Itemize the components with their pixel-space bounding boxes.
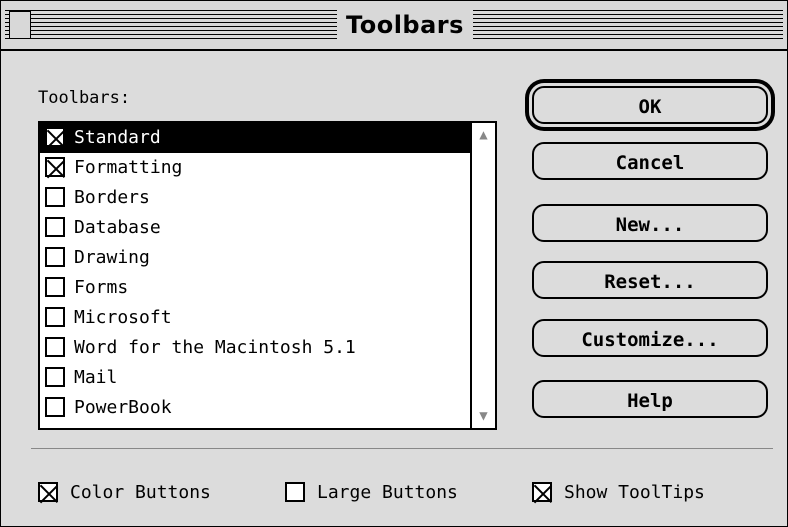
toolbar-list-item[interactable]: Drawing [40,243,470,273]
toolbar-item-label: Formatting [74,157,183,178]
toolbars-list-label: Toolbars: [38,88,131,108]
toolbar-checkbox[interactable] [45,157,65,177]
toolbar-checkbox[interactable] [45,307,65,327]
show-tooltips-label: Show ToolTips [564,482,705,503]
large-buttons-option[interactable]: Large Buttons [285,481,458,505]
list-scrollbar[interactable]: ▲ ▼ [470,123,495,428]
reset-button[interactable]: Reset... [532,261,768,299]
customize-button[interactable]: Customize... [532,319,768,357]
toolbar-item-label: PowerBook [74,397,172,418]
divider [31,448,773,449]
toolbar-item-label: Standard [74,127,161,148]
toolbar-list-item[interactable]: Formatting [40,153,470,183]
toolbars-dialog: Toolbars Toolbars: Standard Formatting Bor… [0,0,788,527]
toolbar-list-item[interactable]: Forms [40,273,470,303]
toolbar-item-label: Mail [74,367,118,388]
color-buttons-label: Color Buttons [70,482,211,503]
title-bar-stripes-right [473,10,783,40]
scroll-down-arrow-icon[interactable]: ▼ [472,404,495,428]
color-buttons-checkbox[interactable] [38,482,58,502]
toolbar-checkbox[interactable] [45,367,65,387]
toolbar-list-item[interactable]: Database [40,213,470,243]
toolbar-list-item[interactable]: Word for the Macintosh 5.1 [40,333,470,363]
toolbar-list-item[interactable]: Standard [40,123,470,153]
help-button[interactable]: Help [532,380,768,418]
toolbar-checkbox[interactable] [45,247,65,267]
title-bar-stripes-left [5,10,337,40]
new-button[interactable]: New... [532,204,768,242]
toolbars-list-items: Standard Formatting Borders Database Drawing… [40,123,470,428]
toolbar-checkbox[interactable] [45,127,65,147]
toolbars-listbox[interactable]: Standard Formatting Borders Database Drawing… [38,121,497,430]
window-title: Toolbars [337,1,473,49]
toolbar-checkbox[interactable] [45,217,65,237]
toolbar-item-label: Borders [74,187,150,208]
title-bar[interactable]: Toolbars [1,1,787,51]
toolbar-item-label: Microsoft [74,307,172,328]
toolbar-item-label: Word for the Macintosh 5.1 [74,337,356,358]
close-box[interactable] [9,11,31,39]
toolbar-checkbox[interactable] [45,337,65,357]
toolbar-item-label: Drawing [74,247,150,268]
toolbar-list-item[interactable]: Microsoft [40,303,470,333]
toolbar-checkbox[interactable] [45,277,65,297]
toolbar-item-label: Forms [74,277,129,298]
toolbar-checkbox[interactable] [45,187,65,207]
scroll-up-arrow-icon[interactable]: ▲ [472,123,495,147]
show-tooltips-option[interactable]: Show ToolTips [532,481,705,505]
toolbar-list-item[interactable]: Borders [40,183,470,213]
toolbar-item-label: Database [74,217,161,238]
cancel-button[interactable]: Cancel [532,142,768,180]
large-buttons-checkbox[interactable] [285,482,305,502]
toolbar-list-item[interactable]: Mail [40,363,470,393]
large-buttons-label: Large Buttons [317,482,458,503]
toolbar-checkbox[interactable] [45,397,65,417]
toolbar-list-item[interactable]: PowerBook [40,393,470,423]
color-buttons-option[interactable]: Color Buttons [38,481,211,505]
ok-button[interactable]: OK [532,86,768,124]
show-tooltips-checkbox[interactable] [532,482,552,502]
